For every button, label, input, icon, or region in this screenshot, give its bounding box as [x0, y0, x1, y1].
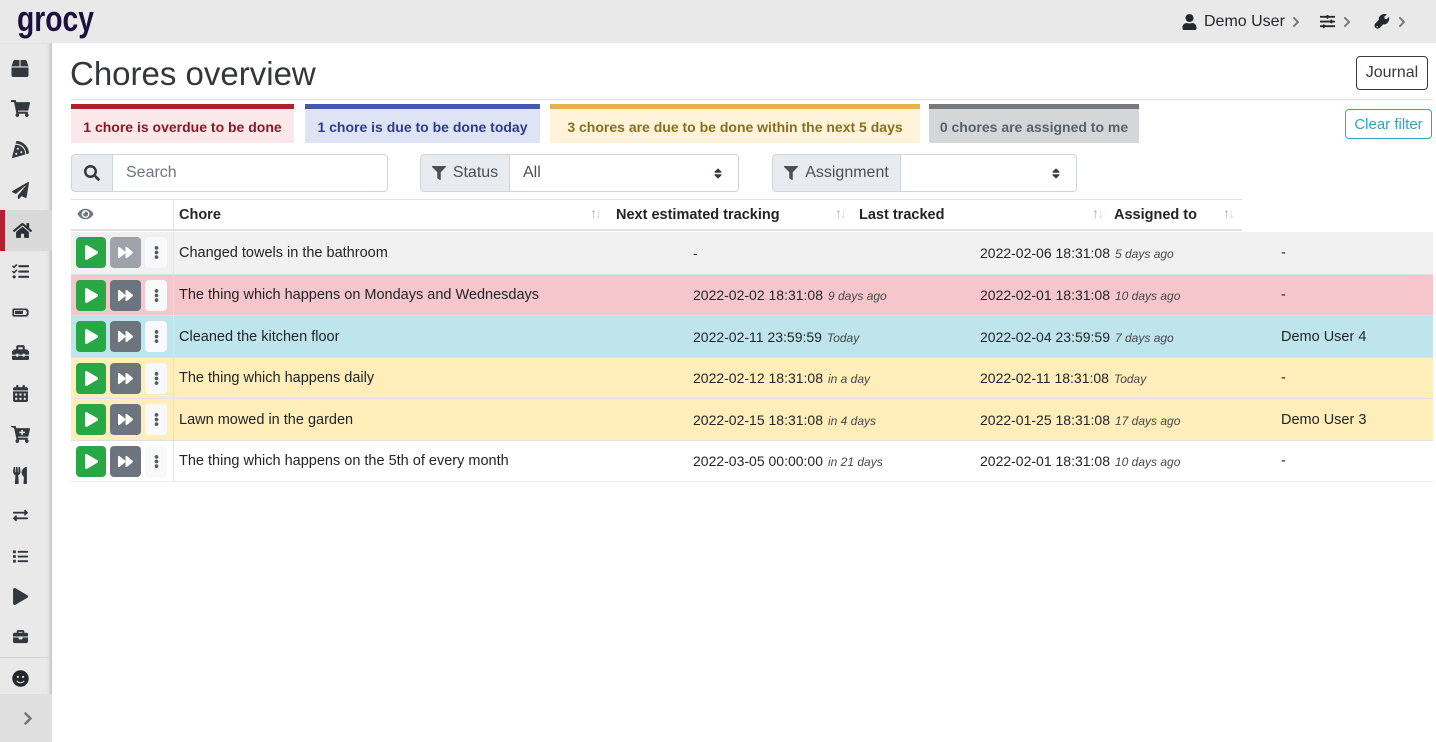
svg-text:grocy: grocy: [17, 0, 94, 39]
